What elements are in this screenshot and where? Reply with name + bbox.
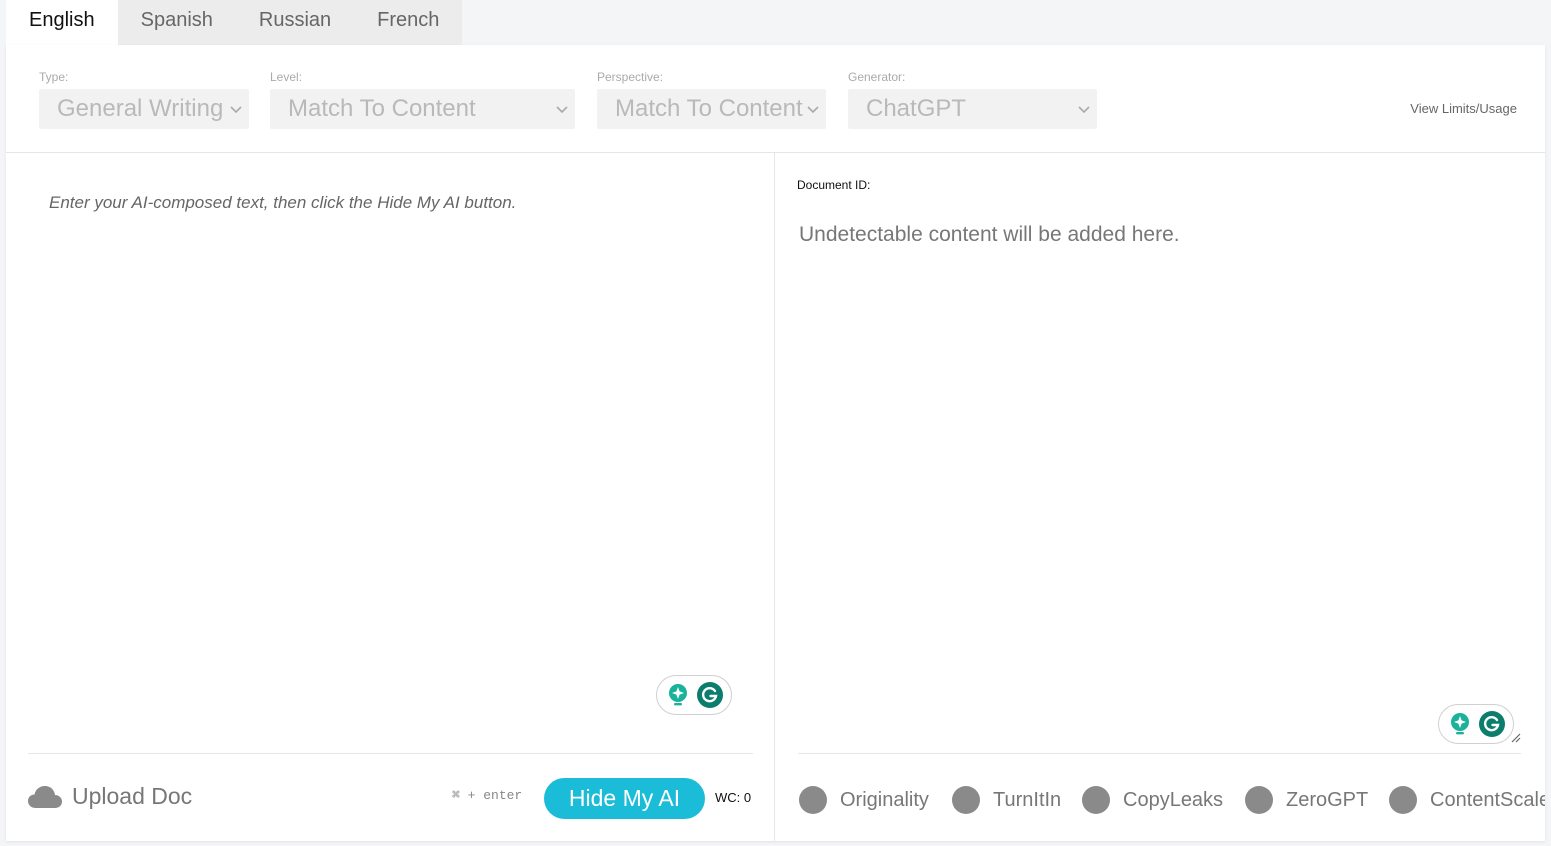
level-select[interactable]: Match To Content: [270, 89, 575, 129]
grammarly-icon[interactable]: [697, 682, 723, 708]
tab-russian[interactable]: Russian: [235, 0, 355, 45]
main-card: Type: General Writing Level: Match To Co…: [6, 45, 1545, 841]
chevron-down-icon: [230, 106, 242, 114]
document-id-label: Document ID:: [797, 178, 871, 192]
view-limits-link[interactable]: View Limits/Usage: [1410, 101, 1517, 116]
perspective-value: Match To Content: [615, 95, 803, 122]
chevron-down-icon: [556, 106, 568, 114]
settings-bar: Type: General Writing Level: Match To Co…: [6, 45, 1545, 153]
detector-label: ContentScale: [1430, 788, 1545, 811]
chevron-down-icon: [807, 106, 819, 114]
language-tabs: English Spanish Russian French: [6, 0, 463, 45]
tab-spanish[interactable]: Spanish: [117, 0, 236, 45]
type-label: Type:: [39, 70, 69, 84]
detector-label: Originality: [840, 788, 929, 811]
detector-label: TurnItIn: [993, 788, 1062, 811]
upload-doc-label: Upload Doc: [72, 783, 193, 809]
tab-english[interactable]: English: [6, 0, 118, 45]
writing-assistant-widget[interactable]: [1438, 704, 1514, 744]
status-dot: [952, 786, 980, 814]
tab-french[interactable]: French: [354, 0, 463, 45]
perspective-select[interactable]: Match To Content: [597, 89, 826, 129]
output-divider: [798, 753, 1521, 754]
hide-my-ai-button[interactable]: Hide My AI: [544, 778, 705, 819]
chevron-down-icon: [1078, 106, 1090, 114]
output-pane: Document ID: Undetectable content will b…: [775, 153, 1545, 841]
input-pane: Upload Doc ⌘ + enter Hide My AI WC: 0: [6, 153, 775, 841]
writing-assistant-widget[interactable]: [656, 675, 732, 715]
lightbulb-icon[interactable]: [1447, 711, 1473, 737]
generator-select[interactable]: ChatGPT: [848, 89, 1097, 129]
generator-value: ChatGPT: [866, 95, 967, 122]
lightbulb-icon[interactable]: [665, 682, 691, 708]
perspective-label: Perspective:: [597, 70, 664, 84]
generator-label: Generator:: [848, 70, 906, 84]
cloud-icon: [28, 785, 62, 808]
ai-text-input[interactable]: [28, 175, 753, 750]
input-divider: [28, 753, 753, 754]
detector-label: CopyLeaks: [1123, 788, 1224, 811]
word-count: WC: 0: [715, 790, 752, 805]
detector-copyleaks: CopyLeaks: [1082, 786, 1223, 814]
detector-contentscale: ContentScale: [1389, 786, 1545, 814]
upload-doc-button[interactable]: Upload Doc: [28, 783, 192, 810]
type-value: General Writing: [57, 95, 224, 122]
type-select[interactable]: General Writing: [39, 89, 249, 129]
status-dot: [1389, 786, 1417, 814]
detector-originality: Originality: [799, 786, 929, 814]
resize-handle-icon[interactable]: [1511, 733, 1521, 743]
detector-turnitin: TurnItIn: [952, 786, 1061, 814]
grammarly-icon[interactable]: [1479, 711, 1505, 737]
status-dot: [799, 786, 827, 814]
detector-list: Originality TurnItIn CopyLeaks ZeroGPT C…: [799, 786, 1545, 818]
output-text[interactable]: Undetectable content will be added here.: [799, 223, 1180, 247]
level-label: Level:: [270, 70, 303, 84]
status-dot: [1245, 786, 1273, 814]
detector-zerogpt: ZeroGPT: [1245, 786, 1368, 814]
level-value: Match To Content: [288, 95, 476, 122]
detector-label: ZeroGPT: [1286, 788, 1369, 811]
keyboard-shortcut-hint: ⌘ + enter: [452, 788, 523, 803]
status-dot: [1082, 786, 1110, 814]
